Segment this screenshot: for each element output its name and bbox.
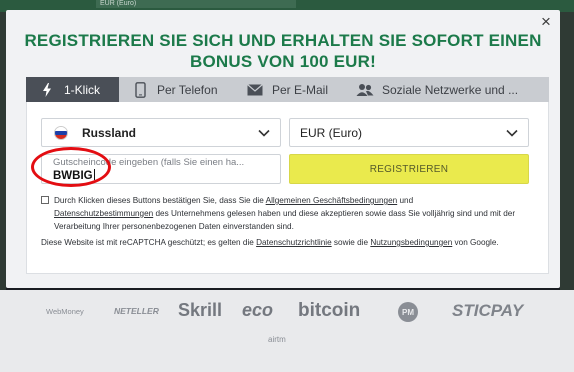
registration-tabs: 1-Klick Per Telefon Per E-Mail Soziale N… <box>26 77 549 102</box>
registration-form: Russland EUR (Euro) Gutscheincode eingeb… <box>26 102 549 274</box>
terms-of-use-link[interactable]: Nutzungsbedingungen <box>370 238 452 247</box>
background-right-panel <box>560 12 574 292</box>
tab-email[interactable]: Per E-Mail <box>234 77 344 102</box>
tab-social[interactable]: Soziale Netzwerke und ... <box>344 77 549 102</box>
neteller-logo: NETELLER <box>114 306 159 316</box>
country-select[interactable]: Russland <box>41 118 281 147</box>
consent-checkbox[interactable] <box>41 196 49 204</box>
eco-logo: eco <box>242 300 274 320</box>
chevron-down-icon <box>258 127 270 141</box>
consent-text: Durch Klicken dieses Buttons bestätigen … <box>41 194 536 233</box>
modal-headline: REGISTRIEREN SIE SICH UND ERHALTEN SIE S… <box>24 31 542 71</box>
tab-label: Per E-Mail <box>272 82 329 97</box>
privacy-link[interactable]: Datenschutzbestimmungen <box>54 209 153 218</box>
tab-phone[interactable]: Per Telefon <box>119 77 234 102</box>
country-value: Russland <box>82 125 137 140</box>
bitcoin-logo: bitcoin <box>298 300 361 321</box>
close-button[interactable]: × <box>538 13 554 30</box>
tab-label: Soziale Netzwerke und ... <box>382 82 519 97</box>
envelope-icon <box>246 82 264 98</box>
users-icon <box>356 82 374 98</box>
privacy-policy-link[interactable]: Datenschutzrichtlinie <box>256 238 332 247</box>
register-button[interactable]: REGISTRIEREN <box>289 154 529 184</box>
chevron-down-icon <box>506 127 518 141</box>
phone-icon <box>131 81 149 98</box>
lightning-icon <box>38 82 56 98</box>
registration-modal: × REGISTRIEREN SIE SICH UND ERHALTEN SIE… <box>6 10 560 288</box>
terms-link[interactable]: Allgemeinen Geschäftsbedingungen <box>266 196 398 205</box>
tab-label: Per Telefon <box>157 82 218 97</box>
skrill-logo: Skrill <box>178 300 223 320</box>
currency-value: EUR (Euro) <box>300 125 363 140</box>
recaptcha-notice: Diese Website ist mit reCAPTCHA geschütz… <box>41 238 499 247</box>
airtm-logo: airtm <box>268 335 286 344</box>
background-currency-field: EUR (Euro) <box>96 0 296 8</box>
currency-select[interactable]: EUR (Euro) <box>289 118 529 147</box>
perfect-money-logo: PM <box>398 302 418 322</box>
russia-flag-icon <box>54 125 68 140</box>
tab-label: 1-Klick <box>64 82 101 97</box>
tab-one-click[interactable]: 1-Klick <box>26 77 119 102</box>
sticpay-logo: STICPAY <box>452 301 524 320</box>
webmoney-logo: WebMoney <box>46 307 84 316</box>
red-annotation-circle <box>31 147 111 187</box>
